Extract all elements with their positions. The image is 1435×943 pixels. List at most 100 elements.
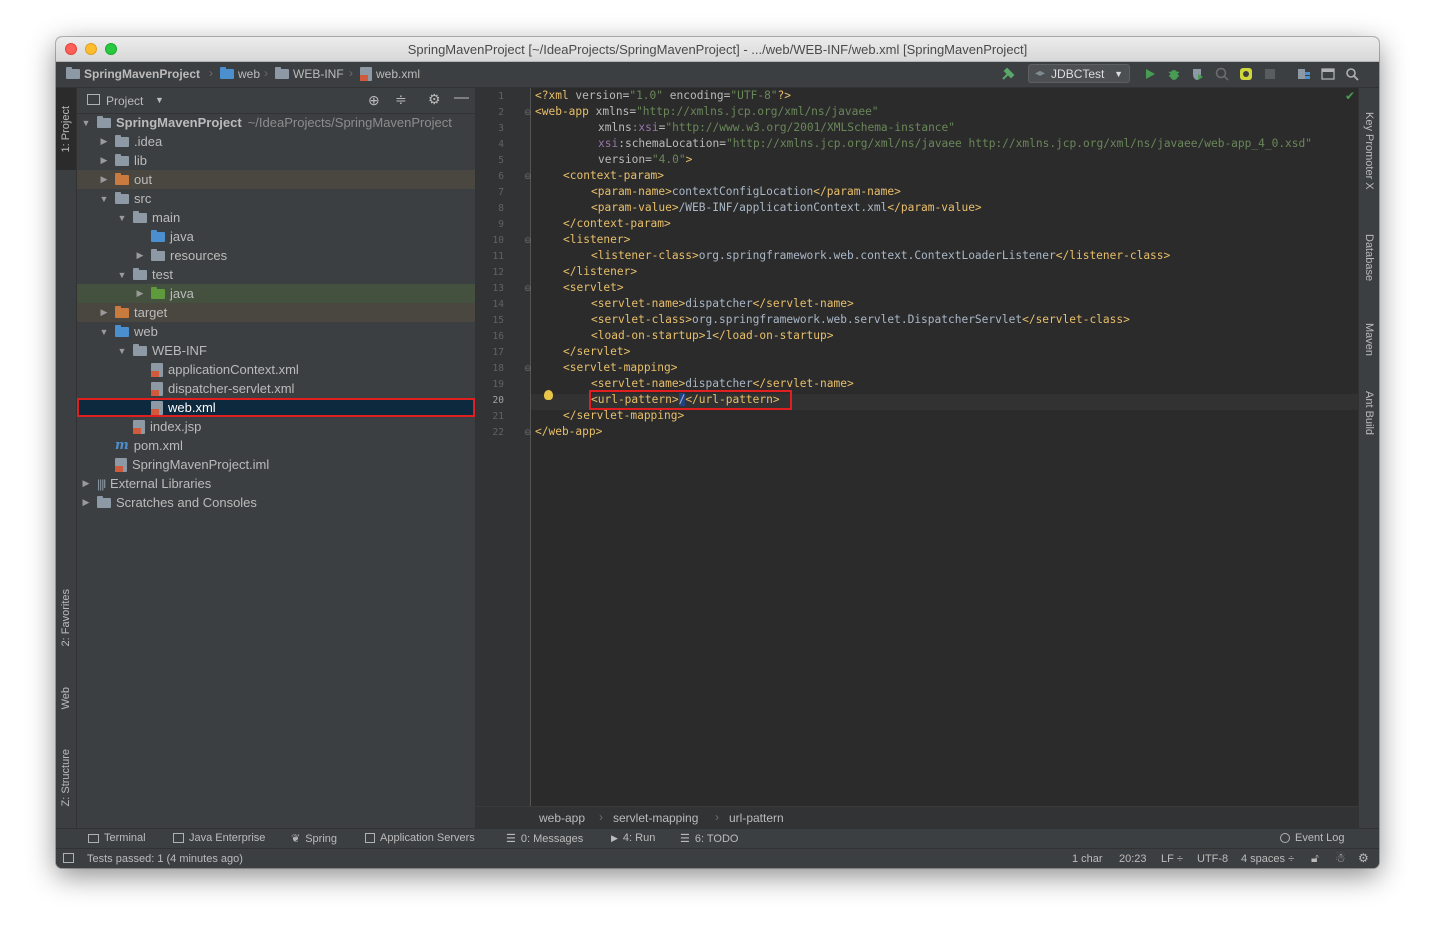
tree-item-iml[interactable]: SpringMavenProject.iml bbox=[77, 455, 475, 474]
run-tool-button[interactable]: ▶ 4: Run bbox=[611, 832, 655, 844]
stop-icon[interactable] bbox=[1262, 66, 1278, 82]
fold-icon[interactable]: ⊖ bbox=[524, 427, 532, 438]
tree-item-test-java[interactable]: ▶ java bbox=[77, 284, 475, 303]
project-view-selector[interactable]: Project bbox=[106, 94, 143, 108]
folder-icon bbox=[115, 134, 129, 147]
code-line: <?xml version="1.0" encoding="UTF-8"?> bbox=[535, 89, 792, 102]
fold-icon[interactable]: ⊖ bbox=[524, 363, 532, 374]
messages-tool-button[interactable]: ☰ 0: Messages bbox=[506, 832, 583, 846]
tree-item-test[interactable]: ▼ test bbox=[77, 265, 475, 284]
gear-icon[interactable]: ⚙ bbox=[428, 91, 441, 108]
line-number: 9 bbox=[498, 219, 504, 230]
breadcrumb-web-xml[interactable]: web.xml bbox=[360, 67, 420, 81]
tree-item-out[interactable]: ▶ out bbox=[77, 170, 475, 189]
tree-item-index-jsp[interactable]: index.jsp bbox=[77, 417, 475, 436]
update-running-app-icon[interactable] bbox=[1238, 66, 1254, 82]
run-with-coverage-icon[interactable] bbox=[1190, 66, 1206, 82]
chevron-right-icon: ▶ bbox=[100, 136, 108, 146]
status-encoding[interactable]: UTF-8 bbox=[1197, 853, 1228, 865]
event-log-tool-button[interactable]: Event Log bbox=[1280, 832, 1345, 844]
fold-icon[interactable]: ⊖ bbox=[524, 283, 532, 294]
tab-project[interactable]: 1: Project bbox=[56, 88, 76, 170]
breadcrumb-web[interactable]: web bbox=[220, 67, 260, 81]
chevron-down-icon[interactable]: ▼ bbox=[155, 95, 164, 105]
fold-icon[interactable]: ⊖ bbox=[524, 107, 532, 118]
scratches-icon bbox=[97, 495, 111, 508]
tab-database[interactable]: Database bbox=[1359, 218, 1379, 298]
tree-item-project-root[interactable]: ▼ SpringMavenProject ~/IdeaProjects/Spri… bbox=[77, 113, 475, 132]
profile-icon[interactable] bbox=[1214, 66, 1230, 82]
web-folder-icon bbox=[220, 67, 234, 79]
chevron-right-icon: ▶ bbox=[100, 155, 108, 165]
tab-web[interactable]: Web bbox=[56, 673, 76, 723]
tree-item-target[interactable]: ▶ target bbox=[77, 303, 475, 322]
tree-item-application-context[interactable]: applicationContext.xml bbox=[77, 360, 475, 379]
navigation-bar: SpringMavenProject › web › WEB-INF › web… bbox=[56, 62, 1379, 88]
run-icon[interactable] bbox=[1142, 66, 1158, 82]
toggle-tool-windows-icon[interactable] bbox=[63, 853, 74, 863]
java-enterprise-tool-button[interactable]: Java Enterprise bbox=[173, 832, 265, 844]
tree-item-web-inf[interactable]: ▼ WEB-INF bbox=[77, 341, 475, 360]
web-folder-icon bbox=[115, 324, 129, 337]
code-line: xmlns:xsi="http://www.w3.org/2001/XMLSch… bbox=[598, 121, 956, 134]
tree-item-main-java[interactable]: java bbox=[77, 227, 475, 246]
breadcrumb-web-inf[interactable]: WEB-INF bbox=[275, 67, 344, 81]
project-structure-icon[interactable] bbox=[1296, 66, 1312, 82]
tab-ant-build[interactable]: Ant Build bbox=[1359, 378, 1379, 448]
tree-item-pom-xml[interactable]: m pom.xml bbox=[77, 436, 475, 455]
breadcrumb-separator-icon: › bbox=[715, 810, 719, 824]
code-line: <context-param> bbox=[563, 169, 665, 182]
fold-icon[interactable]: ⊖ bbox=[524, 171, 532, 182]
hide-panel-icon[interactable]: — bbox=[454, 89, 469, 106]
tree-item-web-xml[interactable]: web.xml bbox=[77, 398, 475, 417]
lock-icon[interactable]: 🔓︎ bbox=[1311, 851, 1319, 866]
line-number: 7 bbox=[498, 187, 504, 198]
status-caret-position[interactable]: 20:23 bbox=[1119, 853, 1147, 865]
line-number: 22 bbox=[492, 427, 504, 438]
status-message[interactable]: Tests passed: 1 (4 minutes ago) bbox=[87, 853, 243, 865]
status-indent[interactable]: 4 spaces ÷ bbox=[1241, 853, 1294, 865]
breadcrumb-separator-icon: › bbox=[599, 810, 603, 824]
tab-favorites[interactable]: 2: Favorites bbox=[56, 573, 76, 663]
debug-bug-icon[interactable] bbox=[1166, 66, 1182, 82]
presentation-mode-icon[interactable] bbox=[1320, 66, 1336, 82]
tree-item-dispatcher-servlet[interactable]: dispatcher-servlet.xml bbox=[77, 379, 475, 398]
chevron-down-icon: ▼ bbox=[81, 117, 91, 128]
status-line-separator[interactable]: LF ÷ bbox=[1161, 853, 1183, 865]
search-icon[interactable] bbox=[1344, 66, 1360, 82]
tree-item-scratches[interactable]: ▶ Scratches and Consoles bbox=[77, 493, 475, 512]
tree-item-src[interactable]: ▼ src bbox=[77, 189, 475, 208]
inspection-ok-check-icon[interactable]: ✔ bbox=[1345, 89, 1355, 103]
spring-leaf-icon: ❦ bbox=[291, 833, 301, 845]
code-line: <param-value>/WEB-INF/applicationContext… bbox=[591, 201, 982, 214]
settings-gear-icon[interactable]: ⚙ bbox=[1358, 851, 1369, 865]
messages-icon: ☰ bbox=[506, 833, 516, 845]
breadcrumb-url-pattern[interactable]: url-pattern bbox=[729, 811, 784, 825]
tab-structure[interactable]: Z: Structure bbox=[56, 733, 76, 823]
application-servers-tool-button[interactable]: Application Servers bbox=[365, 832, 475, 844]
tree-item-web[interactable]: ▼ web bbox=[77, 322, 475, 341]
breadcrumb-servlet-mapping[interactable]: servlet-mapping bbox=[613, 811, 698, 825]
locate-file-icon[interactable]: ⊕ bbox=[368, 92, 380, 109]
tab-maven[interactable]: Maven bbox=[1359, 310, 1379, 370]
breadcrumb-web-app[interactable]: web-app bbox=[539, 811, 585, 825]
line-number: 1 bbox=[498, 91, 504, 102]
build-hammer-icon[interactable] bbox=[1000, 66, 1016, 82]
terminal-tool-button[interactable]: Terminal bbox=[88, 832, 146, 844]
collapse-all-icon[interactable]: ≑ bbox=[395, 91, 407, 108]
code-editor[interactable]: 1 2 3 4 5 6 7 8 9 10 11 12 13 14 15 16 1… bbox=[476, 88, 1359, 806]
todo-tool-button[interactable]: ☰ 6: TODO bbox=[680, 832, 738, 846]
spring-tool-button[interactable]: ❦ Spring bbox=[291, 832, 337, 846]
run-icon: ▶ bbox=[611, 832, 618, 843]
tree-item-idea[interactable]: ▶ .idea bbox=[77, 132, 475, 151]
fold-icon[interactable]: ⊖ bbox=[524, 235, 532, 246]
tree-item-external-libraries[interactable]: ▶ |||l External Libraries bbox=[77, 474, 475, 493]
inspector-icon[interactable]: ☃ bbox=[1335, 851, 1346, 865]
run-configuration-select[interactable]: ◂▸ JDBCTest ▼ bbox=[1028, 64, 1130, 83]
breadcrumb-project[interactable]: SpringMavenProject bbox=[66, 67, 200, 81]
tree-item-main[interactable]: ▼ main bbox=[77, 208, 475, 227]
tree-item-resources[interactable]: ▶ resources bbox=[77, 246, 475, 265]
tree-item-lib[interactable]: ▶ lib bbox=[77, 151, 475, 170]
intention-lightbulb-icon[interactable] bbox=[544, 390, 553, 400]
tab-key-promoter-x[interactable]: Key Promoter X bbox=[1359, 96, 1379, 206]
